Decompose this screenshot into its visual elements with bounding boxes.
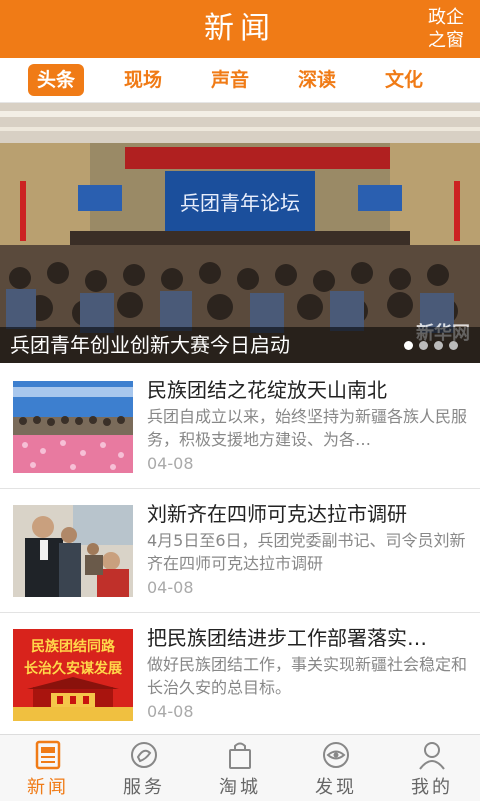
tab-voice[interactable]: 声音 (202, 64, 258, 96)
news-date: 04-08 (147, 702, 194, 721)
thumb-slogan-2: 长治久安谋发展 (24, 660, 122, 677)
tab-headlines[interactable]: 头条 (28, 64, 84, 96)
nav-label: 我的 (411, 777, 453, 798)
nav-shop[interactable]: 淘城 (192, 735, 288, 801)
nav-label: 发现 (315, 777, 357, 798)
nav-label: 新闻 (27, 777, 69, 798)
news-thumbnail (13, 505, 133, 597)
carousel-dot[interactable] (449, 341, 458, 350)
conference-hall-photo: 兵团青年论坛 新华网 (0, 103, 480, 363)
nav-label: 服务 (123, 777, 165, 798)
news-item[interactable]: 刘新齐在四师可克达拉市调研 4月5日至6日，兵团党委副书记、司令员刘新齐在四师可… (0, 489, 480, 613)
news-thumbnail (13, 381, 133, 473)
news-title: 民族团结之花绽放天山南北 (147, 378, 387, 402)
thumb-slogan-1: 民族团结同路 (31, 638, 116, 655)
app-header: 新闻 政企之窗 (0, 0, 480, 58)
discover-eye-icon (323, 742, 349, 768)
shopping-bag-icon (229, 742, 251, 769)
carousel-indicator (404, 341, 458, 350)
nav-profile[interactable]: 我的 (384, 735, 480, 801)
tab-scene[interactable]: 现场 (115, 64, 171, 96)
carousel-dot[interactable] (419, 341, 428, 350)
carousel-dot[interactable] (404, 341, 413, 350)
news-title: 刘新齐在四师可克达拉市调研 (147, 502, 407, 526)
service-icon (131, 742, 157, 768)
bottom-navigation: 新闻 服务 淘城 发现 我的 (0, 734, 480, 801)
news-item[interactable]: 民族团结同路 长治久安谋发展 把民族团结进步工作部署落实… 做好民族团结工作，事… (0, 613, 480, 737)
news-date: 04-08 (147, 578, 194, 597)
nav-label: 淘城 (219, 777, 261, 798)
nav-service[interactable]: 服务 (96, 735, 192, 801)
newspaper-icon (35, 740, 61, 770)
banner-caption[interactable]: 兵团青年创业创新大赛今日启动 (10, 331, 290, 359)
news-date: 04-08 (147, 454, 194, 473)
news-title: 把民族团结进步工作部署落实… (147, 626, 427, 650)
carousel-dot[interactable] (434, 341, 443, 350)
page-title: 新闻 (204, 11, 276, 46)
tab-deep-read[interactable]: 深读 (289, 64, 345, 96)
headline-carousel[interactable]: 兵团青年论坛 新华网 兵团青年创业创新大赛今日启动 (0, 103, 480, 363)
news-summary: 4月5日至6日，兵团党委副书记、司令员刘新齐在四师可克达拉市调研 (147, 531, 466, 573)
nav-discover[interactable]: 发现 (288, 735, 384, 801)
category-tabs: 头条 现场 声音 深读 文化 (0, 58, 480, 103)
news-summary: 做好民族团结工作，事关实现新疆社会稳定和长治久安的总目标。 (147, 655, 468, 697)
tab-culture[interactable]: 文化 (376, 64, 432, 96)
nav-news[interactable]: 新闻 (0, 735, 96, 801)
news-thumbnail: 民族团结同路 长治久安谋发展 (13, 629, 133, 721)
zhengqi-window-link[interactable]: 政企之窗 (424, 6, 468, 52)
user-icon (419, 742, 445, 770)
news-item[interactable]: 民族团结之花绽放天山南北 兵团自成立以来，始终坚持为新疆各族人民服务，积极支援地… (0, 365, 480, 489)
stage-banner-text: 兵团青年论坛 (180, 191, 300, 215)
news-summary: 兵团自成立以来，始终坚持为新疆各族人民服务，积极支援地方建设、为各… (147, 407, 468, 449)
